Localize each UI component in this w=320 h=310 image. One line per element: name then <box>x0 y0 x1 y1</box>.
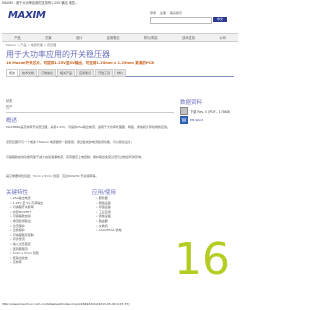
pdf-icon <box>180 107 188 115</box>
tab-appnotes[interactable]: 应用笔记 <box>76 69 95 77</box>
datasheet-title: 数据资料 <box>180 100 203 106</box>
list-item: • 高效率 <box>10 260 22 265</box>
datasheet-link[interactable]: 下载 Rev. 0 (PDF，178KB) <box>190 109 230 114</box>
content-tabs: 概述 技术文档 订购信息 相关产品 应用笔记 开发工具 样片 <box>6 69 234 77</box>
status-label: 状态 <box>6 99 13 103</box>
logo-text: MAXIM <box>8 10 46 21</box>
footer-url: http://www.maxim-ic.com.cn/datasheet/ind… <box>2 302 130 306</box>
main-nav: 产品 方案 设计 应用笔记 样片/购买 技术支持 公司 <box>2 33 238 42</box>
tab-documents[interactable]: 技术文档 <box>19 69 38 77</box>
nav-item-products[interactable]: 产品 <box>14 35 20 40</box>
maxim-logo[interactable]: MAXIM <box>8 10 46 21</box>
nav-item-solutions[interactable]: 方案 <box>45 35 51 40</box>
search-input[interactable] <box>150 17 212 24</box>
breadcrumb[interactable]: Maxim > 产品 > 电源管理 > 稳压器 <box>6 43 56 47</box>
word-doc-icon: W <box>180 116 188 124</box>
browser-tab-title: MAXIM - 用于大功率应用的支持有1.25V 输出 电压... <box>0 0 240 7</box>
contact-link[interactable]: 联系我们 <box>170 11 182 15</box>
overview-paragraph-3: 可编程软启动功能有助于减少启动浪涌电流，实现顺序上电控制，保护输出免受过流与过热… <box>6 155 145 159</box>
status-value: 在产 <box>6 105 13 109</box>
applications-list: • 服务器 • 网络设备 • 存储设备 • 工业应用 • 通信设备 • 路由器 … <box>96 196 122 233</box>
overview-title: 概述 <box>6 118 18 124</box>
language-button[interactable]: 中文 <box>213 17 227 22</box>
svg-text:W: W <box>182 118 187 124</box>
register-link[interactable]: 注册 <box>160 11 166 15</box>
tab-samples[interactable]: 样片 <box>114 69 127 77</box>
tab-ordering[interactable]: 订购信息 <box>38 69 57 77</box>
overview-paragraph-1: MAX8686是高效率开关稳压器，采用1.25V，可提供25A输出电流，适用于大… <box>6 125 170 129</box>
ms-word-link[interactable]: MS Word <box>190 118 203 122</box>
nav-item-samples[interactable]: 样片/购买 <box>144 35 158 40</box>
tab-devtools[interactable]: 开发工具 <box>95 69 114 77</box>
divider <box>6 112 174 113</box>
list-item: • ASIC/FPGA 供电 <box>96 228 122 233</box>
page-subtitle: 16 Maxim开关芯片，可提供1.25V至5V输出，可支持1.25mm x 1… <box>6 61 154 65</box>
login-link[interactable]: 登录 <box>150 11 156 15</box>
nav-item-design[interactable]: 设计 <box>76 35 82 40</box>
tab-related[interactable]: 相关产品 <box>57 69 76 77</box>
tab-overview[interactable]: 概述 <box>6 69 19 77</box>
key-features-list: • 25A输出电流 • 1.25V 至 5V 可调输出 • 可编程开关频率 • … <box>10 196 43 265</box>
key-features-title: 关键特性 <box>6 190 29 196</box>
overview-paragraph-4: 其它重要特性包括：5mm x 5mm 封装、高达600kHz 开关频率等。 <box>6 174 99 178</box>
nav-item-support[interactable]: 技术支持 <box>182 35 195 40</box>
overview-paragraph-2: 该稳压器可与一个或多个Maxim 电源器件一起使用，通过集成的电流检测功能，可以… <box>6 140 134 144</box>
nav-item-company[interactable]: 公司 <box>219 35 225 40</box>
datasheet-download[interactable]: 下载 Rev. 0 (PDF，178KB) <box>180 107 230 115</box>
page-number-badge: 16 <box>174 234 230 285</box>
applications-title: 应用/使用 <box>92 190 116 196</box>
login-links: 登录 注册 联系我们 <box>150 11 182 15</box>
page-title: 用于大功率应用的开关稳压器 <box>6 50 110 59</box>
nav-item-appnotes[interactable]: 应用笔记 <box>107 35 120 40</box>
